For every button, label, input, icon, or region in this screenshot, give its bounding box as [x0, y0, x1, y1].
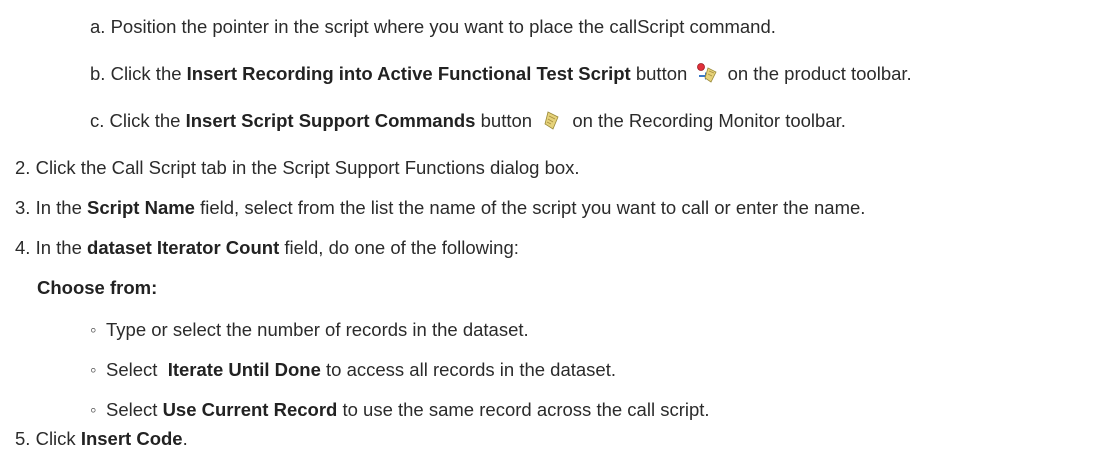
script-support-commands-icon [541, 109, 563, 137]
choose-from-heading: Choose from: [37, 276, 157, 300]
insert-recording-label: Insert Recording into Active Functional … [186, 63, 631, 84]
substep-text-mid: button [475, 110, 533, 131]
step-text-post: . [182, 428, 188, 449]
substep-b: b. Click the Insert Recording into Activ… [90, 62, 912, 90]
bullet-icon: ◦ [90, 399, 97, 420]
bullet-icon: ◦ [90, 359, 97, 380]
step-text: Click the Call Script tab in the Script … [35, 157, 580, 178]
step-marker: 5. [15, 428, 31, 449]
step-text-post: field, do one of the following: [279, 237, 519, 258]
bullet-icon: ◦ [90, 319, 97, 340]
substep-text-post: on the product toolbar. [722, 63, 912, 84]
option-item: ◦ Select Use Current Record to use the sa… [90, 398, 710, 422]
option-text-post: to access all records in the dataset. [320, 359, 616, 380]
substep-c: c. Click the Insert Script Support Comma… [90, 109, 846, 137]
substep-marker: b. [90, 63, 106, 84]
option-item: ◦ Type or select the number of records in… [90, 318, 529, 342]
step-text-post: field, select from the list the name of … [194, 197, 866, 218]
step-marker: 4. [15, 237, 31, 258]
option-item: ◦ Select Iterate Until Done to access all… [90, 358, 616, 382]
step-text-pre: In the [35, 197, 88, 218]
iterate-until-done-label: Iterate Until Done [167, 359, 321, 380]
option-text-pre: Select [106, 359, 168, 380]
substep-text: Position the pointer in the script where… [110, 16, 776, 37]
step-4: 4. In the dataset Iterator Count field, … [15, 236, 519, 260]
choose-from-label: Choose from: [37, 277, 158, 298]
option-text-pre: Select [106, 399, 163, 420]
substep-a: a. Position the pointer in the script wh… [90, 15, 776, 39]
step-3: 3. In the Script Name field, select from… [15, 196, 865, 220]
step-text-pre: In the [35, 237, 88, 258]
substep-marker: c. [90, 110, 105, 131]
substep-text-mid: button [630, 63, 688, 84]
insert-code-label: Insert Code [80, 428, 183, 449]
option-text-post: to use the same record across the call s… [337, 399, 710, 420]
step-text-pre: Click [35, 428, 81, 449]
step-marker: 2. [15, 157, 31, 178]
step-2: 2. Click the Call Script tab in the Scri… [15, 156, 580, 180]
option-text: Type or select the number of records in … [106, 319, 529, 340]
dataset-iterator-count-label: dataset Iterator Count [87, 237, 280, 258]
substep-text-pre: Click the [110, 63, 187, 84]
step-5: 5. Click Insert Code. [15, 427, 188, 451]
substep-text-post: on the Recording Monitor toolbar. [567, 110, 846, 131]
insert-recording-icon [696, 62, 718, 90]
use-current-record-label: Use Current Record [162, 399, 338, 420]
script-support-commands-label: Insert Script Support Commands [185, 110, 476, 131]
step-marker: 3. [15, 197, 31, 218]
script-name-label: Script Name [87, 197, 195, 218]
substep-marker: a. [90, 16, 106, 37]
substep-text-pre: Click the [109, 110, 186, 131]
